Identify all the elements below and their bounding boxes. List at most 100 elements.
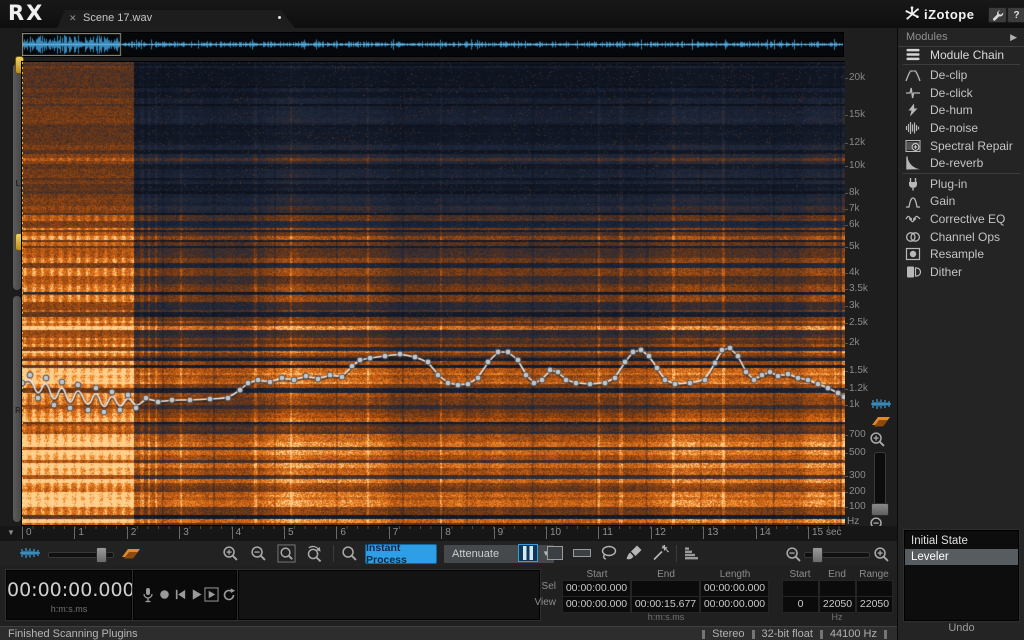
frequency-selection-tool[interactable] (572, 544, 592, 562)
module-item-de-click[interactable]: De-click (898, 84, 1024, 101)
status-separator (820, 630, 823, 639)
frequency-column-header: Start (789, 569, 810, 580)
module-item-de-noise[interactable]: De-noise (898, 119, 1024, 136)
module-item-label: De-noise (930, 121, 978, 135)
levels-display-icon[interactable] (683, 544, 703, 562)
horizontal-zoom-in-button[interactable] (872, 545, 891, 564)
module-item-channel-ops[interactable]: Channel Ops (898, 228, 1024, 245)
lasso-selection-tool[interactable] (599, 544, 619, 562)
module-item-dither[interactable]: Dither (898, 263, 1024, 280)
izotope-brand-text: iZotope (924, 7, 974, 22)
brush-selection-tool[interactable] (625, 544, 645, 562)
module-item-resample[interactable]: Resample (898, 246, 1024, 263)
modules-group-separator (903, 64, 1020, 65)
spectrogram-display-icon[interactable] (119, 546, 143, 560)
de-noise-icon (905, 121, 921, 135)
module-item-label: Gain (930, 194, 955, 208)
module-item-de-reverb[interactable]: De-reverb (898, 155, 1024, 172)
izotope-logo: iZotope (903, 5, 974, 23)
freq-tick-label: 1k (849, 399, 860, 410)
module-item-label: De-reverb (930, 156, 983, 170)
module-item-label: De-hum (930, 103, 973, 117)
document-tab[interactable]: ✕ Scene 17.wav (57, 10, 295, 28)
frequency-field[interactable] (782, 580, 819, 597)
undo-history-list[interactable]: Initial StateLeveler (904, 530, 1019, 621)
freq-tick-label: 12k (849, 137, 865, 148)
module-item-label: Corrective EQ (930, 212, 1005, 226)
module-item-label: Resample (930, 247, 984, 261)
display-blend-handle[interactable] (96, 547, 107, 563)
spectral-repair-icon (905, 139, 921, 153)
corrective-eq-icon (905, 212, 921, 226)
de-click-icon (905, 86, 921, 100)
tab-close-icon[interactable]: ✕ (69, 13, 77, 24)
instant-process-button[interactable]: Instant Process (365, 544, 437, 564)
zoom-out-button[interactable] (249, 544, 268, 563)
module-item-corrective-eq[interactable]: Corrective EQ (898, 210, 1024, 227)
ruler-tick-label: 0 (22, 527, 32, 539)
zoom-history-button[interactable] (305, 544, 324, 563)
process-mode-value: Attenuate (452, 548, 499, 560)
freq-tick-label: 3k (849, 300, 860, 311)
time-ruler[interactable]: ▼ sec 0123456789101112131415 (0, 526, 897, 541)
ruler-tick-label: 5 (284, 527, 294, 539)
module-item-spectral-repair[interactable]: Spectral Repair (898, 137, 1024, 154)
spectrogram-canvas[interactable] (22, 62, 845, 525)
process-mode-dropdown[interactable]: Attenuate ▼ (443, 544, 555, 564)
ruler-tick-label: 2 (127, 527, 137, 539)
channel-strip-left[interactable] (13, 64, 21, 290)
magic-wand-tool[interactable] (651, 544, 671, 562)
history-item[interactable]: Leveler (905, 549, 1018, 565)
frequency-info-panel: StartEndRange02205022050Hz (0, 566, 897, 626)
spectrogram-view-toggle[interactable] (869, 414, 893, 428)
modules-header-label: Modules (906, 31, 948, 43)
time-frequency-selection-tool[interactable] (545, 544, 565, 562)
history-item[interactable]: Initial State (905, 533, 1018, 549)
module-item-plug-in[interactable]: Plug-in (898, 175, 1024, 192)
waveform-overview[interactable] (22, 33, 843, 56)
modules-panel-header[interactable]: Modules ▶ (898, 30, 1024, 47)
help-button[interactable]: ? (1007, 7, 1024, 23)
freq-tick-label: 6k (849, 219, 860, 230)
status-separator (884, 630, 887, 639)
ruler-tick-label: 10 (546, 527, 561, 539)
zoom-in-button[interactable] (221, 544, 240, 563)
frequency-field[interactable] (856, 580, 893, 597)
frequency-field[interactable]: 0 (782, 596, 819, 613)
ruler-minor-ticks (22, 526, 845, 529)
freq-tick-label: 200 (849, 486, 866, 497)
settings-button[interactable] (988, 7, 1007, 23)
waveform-view-toggle[interactable] (869, 397, 893, 411)
de-reverb-icon (905, 156, 921, 170)
frequency-field[interactable] (819, 580, 856, 597)
status-segment: Stereo (712, 628, 744, 640)
status-segment: 32-bit float (762, 628, 813, 640)
freq-tick-label: 700 (849, 429, 866, 440)
waveform-display-icon[interactable] (18, 546, 42, 560)
horizontal-zoom-handle[interactable] (812, 547, 823, 563)
freq-tick-label: 2k (849, 337, 860, 348)
freq-tick-label: 7k (849, 203, 860, 214)
frequency-field[interactable]: 22050 (819, 596, 856, 613)
time-selection-tool[interactable] (518, 544, 538, 562)
de-clip-icon (905, 68, 921, 82)
module-item-de-hum[interactable]: De-hum (898, 102, 1024, 119)
transport-section: 00:00:00.000 h:m:s.ms L-Inf.R-Inf.-Inf.-… (0, 566, 897, 626)
module-item-de-clip[interactable]: De-clip (898, 67, 1024, 84)
rx-application-window: RX ✕ Scene 17.wav iZotope ? L R 20k15k12… (0, 0, 1024, 640)
toolbar-divider (676, 545, 677, 562)
module-chain-icon (905, 48, 921, 61)
module-item-label: De-click (930, 86, 973, 100)
zoom-selection-button[interactable] (277, 544, 296, 563)
ruler-tick-label: 9 (494, 527, 504, 539)
horizontal-zoom-out-button[interactable] (784, 545, 803, 564)
frequency-field[interactable]: 22050 (856, 596, 893, 613)
module-item-module-chain[interactable]: Module Chain (898, 46, 1024, 63)
toolbar-divider (333, 545, 334, 562)
status-segment: 44100 Hz (830, 628, 877, 640)
freq-tick-label: 15k (849, 109, 865, 120)
module-item-gain[interactable]: Gain (898, 193, 1024, 210)
magnify-tool-button[interactable] (340, 544, 359, 563)
vertical-zoom-in-icon[interactable] (868, 430, 887, 449)
status-bar: Finished Scanning Plugins Stereo32-bit f… (0, 626, 897, 640)
